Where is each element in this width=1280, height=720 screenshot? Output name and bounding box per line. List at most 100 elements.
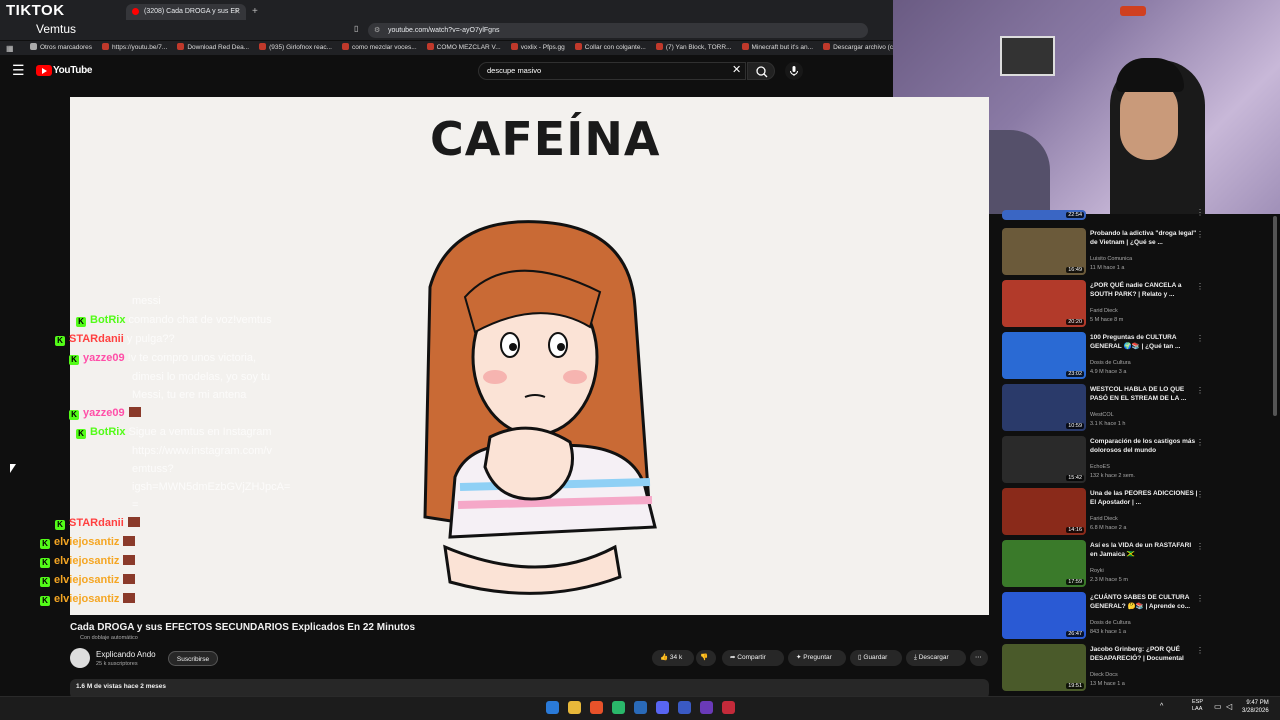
wall-poster: [1000, 36, 1055, 76]
more-options-icon[interactable]: ⋮: [1196, 386, 1204, 395]
subscribe-button[interactable]: Suscribirse: [168, 651, 218, 666]
video-title[interactable]: ¿CUÁNTO SABES DE CULTURA GENERAL? 🤔📚 | A…: [1090, 594, 1200, 611]
ask-button[interactable]: ✦ Preguntar: [788, 650, 846, 666]
save-button[interactable]: ▯ Guardar: [850, 650, 902, 666]
app-icon-3[interactable]: [700, 701, 713, 714]
network-icon[interactable]: ▭: [1214, 702, 1222, 711]
chat-username: elviejosantiz: [54, 574, 120, 586]
video-channel[interactable]: Dieck Docs: [1090, 672, 1118, 678]
video-title[interactable]: WESTCOL HABLA DE LO QUE PASÓ EN EL STREA…: [1090, 386, 1200, 403]
related-video-item[interactable]: 16:49 Probando la adictiva "droga legal" …: [1002, 228, 1272, 276]
related-video-item[interactable]: 23:02 100 Preguntas de CULTURA GENERAL 🌍📚…: [1002, 332, 1272, 380]
more-options-icon[interactable]: ⋮: [1196, 490, 1204, 499]
search-input[interactable]: descupe masivo: [478, 62, 746, 80]
related-video-item[interactable]: 20:20 ¿POR QUÉ nadie CANCELA a SOUTH PARK…: [1002, 280, 1272, 328]
video-thumbnail[interactable]: 19:51: [1002, 644, 1086, 691]
file-explorer-icon[interactable]: [568, 701, 581, 714]
more-options-icon[interactable]: ⋮: [1196, 646, 1204, 655]
video-title[interactable]: Probando la adictiva "droga legal" de Vi…: [1090, 230, 1200, 247]
video-thumbnail[interactable]: 23:02: [1002, 332, 1086, 379]
bookmark-item[interactable]: voxlix - Pfps.gg: [510, 41, 565, 55]
voice-search-button[interactable]: [785, 62, 803, 80]
video-thumbnail[interactable]: 26:47: [1002, 592, 1086, 639]
address-bar[interactable]: youtube.com/watch?v=-ayO7ylFgns: [368, 23, 868, 38]
bookmark-item[interactable]: https://youtu.be/7...: [102, 41, 167, 55]
video-title[interactable]: Así es la VIDA de un RASTAFARI en Jamaic…: [1090, 542, 1200, 559]
more-actions-button[interactable]: ⋯: [970, 650, 988, 666]
video-channel[interactable]: Royki: [1090, 568, 1104, 574]
close-tab-icon[interactable]: ✕: [234, 4, 241, 20]
browser-tab[interactable]: (3208) Cada DROGA y sus EF: [126, 4, 246, 20]
bookmark-icon[interactable]: ▯: [354, 24, 358, 33]
like-button[interactable]: 👍 34 k: [652, 650, 694, 666]
scrollbar[interactable]: [1273, 216, 1277, 416]
more-options-icon[interactable]: ⋮: [1196, 594, 1204, 603]
app-icon-4[interactable]: [722, 701, 735, 714]
video-channel[interactable]: Farid Dieck: [1090, 308, 1118, 314]
volume-icon[interactable]: ◁: [1226, 702, 1232, 711]
brave-icon[interactable]: [590, 701, 603, 714]
apps-icon[interactable]: ▦: [6, 44, 14, 53]
video-channel[interactable]: Farid Dieck: [1090, 516, 1118, 522]
bookmark-item[interactable]: Otros marcadores: [30, 41, 92, 55]
video-thumbnail[interactable]: 20:20: [1002, 280, 1086, 327]
new-tab-icon[interactable]: +: [252, 4, 258, 20]
menu-icon[interactable]: ☰: [12, 62, 25, 79]
start-icon[interactable]: [546, 701, 559, 714]
video-channel[interactable]: EchoES: [1090, 464, 1110, 470]
video-channel[interactable]: WestCOL: [1090, 412, 1114, 418]
more-options-icon[interactable]: ⋮: [1196, 438, 1204, 447]
more-options-icon[interactable]: ⋮: [1196, 282, 1204, 291]
video-thumbnail[interactable]: 10:59: [1002, 384, 1086, 431]
bookmark-item[interactable]: Collar con colgante...: [574, 41, 646, 55]
site-info-icon[interactable]: ⚙: [374, 26, 380, 34]
video-title[interactable]: ¿POR QUÉ nadie CANCELA a SOUTH PARK? | R…: [1090, 282, 1200, 299]
video-channel[interactable]: Dosis de Cultura: [1090, 620, 1131, 626]
video-thumbnail[interactable]: 14:16: [1002, 488, 1086, 535]
app-icon-1[interactable]: [612, 701, 625, 714]
bookmark-item[interactable]: (935) Girlofnox reac...: [259, 41, 332, 55]
video-title[interactable]: 100 Preguntas de CULTURA GENERAL 🌍📚 | ¿Q…: [1090, 334, 1200, 351]
discord-icon[interactable]: [656, 701, 669, 714]
related-video-item[interactable]: 10:59 WESTCOL HABLA DE LO QUE PASÓ EN EL …: [1002, 384, 1272, 432]
bookmark-item[interactable]: Download Red Dea...: [177, 41, 249, 55]
related-video-item[interactable]: 17:59 Así es la VIDA de un RASTAFARI en J…: [1002, 540, 1272, 588]
bookmark-item[interactable]: Minecraft but it's an...: [741, 41, 813, 55]
bookmark-item[interactable]: (7) Yan Block, TORR...: [655, 41, 732, 55]
more-options-icon[interactable]: ⋮: [1196, 542, 1204, 551]
channel-name[interactable]: Explicando Ando: [96, 650, 156, 659]
youtube-logo-text[interactable]: YouTube: [53, 65, 93, 76]
bookmark-item[interactable]: Descargar archivo (c...: [823, 41, 898, 55]
related-video-item[interactable]: 26:47 ¿CUÁNTO SABES DE CULTURA GENERAL? 🤔…: [1002, 592, 1272, 640]
video-title[interactable]: Jacobo Grinberg: ¿POR QUÉ DESAPARECIÓ? |…: [1090, 646, 1200, 663]
channel-avatar[interactable]: [70, 648, 90, 668]
language-indicator[interactable]: ESP LAA: [1192, 699, 1203, 713]
video-thumbnail[interactable]: 17:59: [1002, 540, 1086, 587]
steam-icon[interactable]: [634, 701, 647, 714]
share-button[interactable]: ➦ Compartir: [722, 650, 784, 666]
video-title[interactable]: Una de las PEORES ADICCIONES | El Aposta…: [1090, 490, 1200, 507]
video-thumbnail[interactable]: 16:49: [1002, 228, 1086, 275]
related-video-item[interactable]: 14:16 Una de las PEORES ADICCIONES | El A…: [1002, 488, 1272, 536]
app-icon-2[interactable]: [678, 701, 691, 714]
more-options-icon[interactable]: ⋮: [1196, 208, 1204, 217]
video-channel[interactable]: Luisito Comunica: [1090, 256, 1132, 262]
search-button[interactable]: [747, 62, 775, 80]
more-options-icon[interactable]: ⋮: [1196, 334, 1204, 343]
download-button[interactable]: ⤓ Descargar: [906, 650, 966, 666]
tray-chevron-icon[interactable]: ^: [1160, 703, 1163, 710]
related-video-item[interactable]: 22:54 ⋮: [1002, 208, 1272, 220]
system-clock[interactable]: 9:47 PM 3/28/2026: [1242, 699, 1269, 715]
related-video-item[interactable]: 19:51 Jacobo Grinberg: ¿POR QUÉ DESAPAREC…: [1002, 644, 1272, 692]
video-channel[interactable]: Dosis de Cultura: [1090, 360, 1131, 366]
video-thumbnail[interactable]: 15:42: [1002, 436, 1086, 483]
bookmark-item[interactable]: como mezclar voces...: [341, 41, 417, 55]
video-title[interactable]: Comparación de los castigos más doloroso…: [1090, 438, 1200, 455]
chat-text: emtuss?: [132, 463, 174, 475]
video-thumbnail[interactable]: 22:54: [1002, 210, 1086, 220]
dislike-button[interactable]: 👎: [696, 650, 716, 666]
more-options-icon[interactable]: ⋮: [1196, 230, 1204, 239]
bookmark-item[interactable]: COMO MEZCLAR V...: [426, 41, 501, 55]
related-video-item[interactable]: 15:42 Comparación de los castigos más dol…: [1002, 436, 1272, 484]
clear-search-icon[interactable]: ✕: [732, 63, 741, 76]
